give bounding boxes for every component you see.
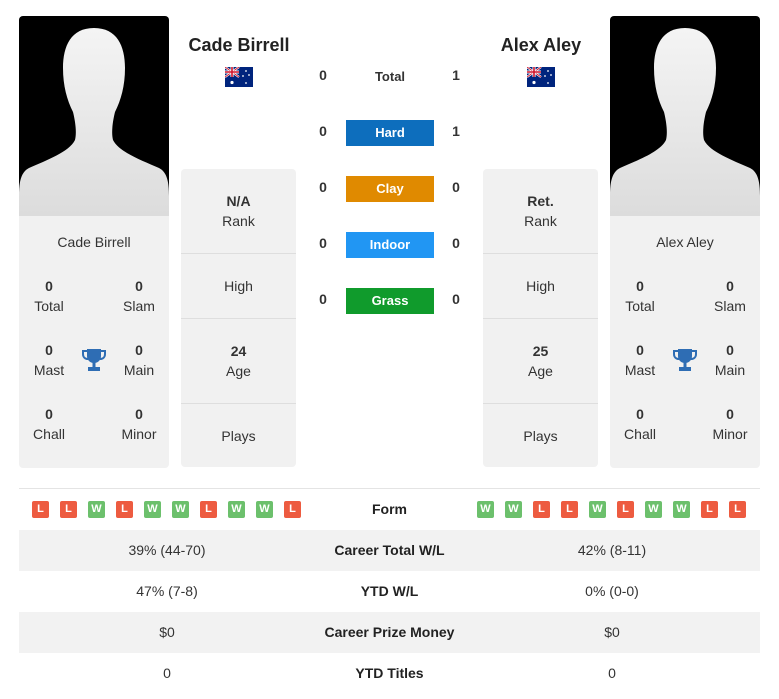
player1-info-panel: N/A Rank High 24 Age Plays — [181, 169, 296, 467]
form-win-badge[interactable]: W — [256, 501, 273, 518]
player1-age: 24 Age — [226, 343, 251, 379]
player2-plays: Plays — [523, 428, 558, 444]
player1-ytd-titles: 0 — [163, 665, 171, 681]
player2-card-name: Alex Aley — [656, 234, 714, 250]
player2-info-panel: Ret. Rank High 25 Age Plays — [483, 169, 598, 467]
player2-rank: Ret. Rank — [524, 193, 557, 229]
h2h-total-p1: 0 — [319, 67, 327, 83]
surface-grass-button[interactable]: Grass — [346, 288, 434, 314]
row-label: YTD W/L — [360, 583, 419, 599]
h2h-hard-p2: 1 — [452, 123, 460, 139]
player-silhouette-icon — [19, 28, 169, 216]
form-loss-badge[interactable]: L — [116, 501, 133, 518]
row-label: Career Prize Money — [324, 624, 455, 640]
row-label: Career Total W/L — [334, 542, 445, 558]
player2-ytd-titles: 0 — [608, 665, 616, 681]
player1-photo — [19, 16, 169, 216]
player2-stat-mast: 0 Mast — [624, 342, 656, 378]
player1-stat-minor: 0 Minor — [121, 406, 157, 442]
form-win-badge[interactable]: W — [172, 501, 189, 518]
form-win-badge[interactable]: W — [645, 501, 662, 518]
divider — [181, 403, 296, 404]
h2h-grass-p1: 0 — [319, 291, 327, 307]
divider — [483, 318, 598, 319]
h2h-indoor-p1: 0 — [319, 235, 327, 251]
form-loss-badge[interactable]: L — [533, 501, 550, 518]
trophy-icon — [673, 349, 697, 371]
h2h-hard-p1: 0 — [319, 123, 327, 139]
table-row: 0 YTD Titles 0 — [19, 653, 760, 694]
player1-card: Cade Birrell 0 Total 0 Slam 0 Mast 0 Mai… — [19, 216, 169, 468]
player1-plays: Plays — [221, 428, 256, 444]
player1-rank: N/A Rank — [222, 193, 255, 229]
player2-age: 25 Age — [528, 343, 553, 379]
divider — [483, 253, 598, 254]
player2-stat-minor: 0 Minor — [712, 406, 748, 442]
player1-card-name: Cade Birrell — [57, 234, 131, 250]
form-loss-badge[interactable]: L — [284, 501, 301, 518]
player2-stat-total: 0 Total — [625, 278, 655, 314]
form-loss-badge[interactable]: L — [729, 501, 746, 518]
divider — [181, 253, 296, 254]
player2-ytd-wl: 0% (0-0) — [585, 583, 639, 599]
form-win-badge[interactable]: W — [228, 501, 245, 518]
player2-form: WWLLWLWWLL — [464, 489, 760, 530]
table-row: 39% (44-70) Career Total W/L 42% (8-11) — [19, 530, 760, 571]
australia-flag-icon — [225, 67, 253, 87]
divider — [181, 318, 296, 319]
form-win-badge[interactable]: W — [589, 501, 606, 518]
table-row: $0 Career Prize Money $0 — [19, 612, 760, 653]
player1-form: LLWLWWLWWL — [19, 489, 315, 530]
player1-stat-chall: 0 Chall — [33, 406, 65, 442]
australia-flag-icon — [527, 67, 555, 87]
player2-high: High — [526, 278, 555, 294]
player1-stat-total: 0 Total — [34, 278, 64, 314]
form-row: LLWLWWLWWL Form WWLLWLWWLL — [19, 489, 760, 530]
form-label: Form — [372, 501, 407, 517]
form-loss-badge[interactable]: L — [200, 501, 217, 518]
form-loss-badge[interactable]: L — [60, 501, 77, 518]
row-label: YTD Titles — [355, 665, 424, 681]
surface-indoor-button[interactable]: Indoor — [346, 232, 434, 258]
form-win-badge[interactable]: W — [505, 501, 522, 518]
player2-card: Alex Aley 0 Total 0 Slam 0 Mast 0 Main 0… — [610, 216, 760, 468]
divider — [483, 403, 598, 404]
form-loss-badge[interactable]: L — [561, 501, 578, 518]
player-silhouette-icon — [610, 28, 760, 216]
form-win-badge[interactable]: W — [88, 501, 105, 518]
form-loss-badge[interactable]: L — [32, 501, 49, 518]
player2-name-link[interactable]: Alex Aley — [480, 35, 602, 56]
player2-prize-money: $0 — [604, 624, 620, 640]
player1-name-link[interactable]: Cade Birrell — [178, 35, 300, 56]
player2-stat-slam: 0 Slam — [714, 278, 746, 314]
player1-stat-mast: 0 Mast — [33, 342, 65, 378]
form-loss-badge[interactable]: L — [617, 501, 634, 518]
player1-career-wl: 39% (44-70) — [128, 542, 206, 558]
form-win-badge[interactable]: W — [673, 501, 690, 518]
player1-ytd-wl: 47% (7-8) — [136, 583, 198, 599]
h2h-clay-p2: 0 — [452, 179, 460, 195]
player2-career-wl: 42% (8-11) — [577, 542, 647, 558]
h2h-total-label: Total — [374, 69, 406, 84]
player1-stat-main: 0 Main — [123, 342, 155, 378]
player2-stat-chall: 0 Chall — [624, 406, 656, 442]
table-row: 47% (7-8) YTD W/L 0% (0-0) — [19, 571, 760, 612]
player1-prize-money: $0 — [159, 624, 175, 640]
form-win-badge[interactable]: W — [477, 501, 494, 518]
h2h-grass-p2: 0 — [452, 291, 460, 307]
player2-stat-main: 0 Main — [714, 342, 746, 378]
h2h-total-p2: 1 — [452, 67, 460, 83]
form-loss-badge[interactable]: L — [701, 501, 718, 518]
player1-high: High — [224, 278, 253, 294]
trophy-icon — [82, 349, 106, 371]
h2h-indoor-p2: 0 — [452, 235, 460, 251]
surface-clay-button[interactable]: Clay — [346, 176, 434, 202]
surface-hard-button[interactable]: Hard — [346, 120, 434, 146]
player2-photo — [610, 16, 760, 216]
form-win-badge[interactable]: W — [144, 501, 161, 518]
player1-stat-slam: 0 Slam — [123, 278, 155, 314]
h2h-clay-p1: 0 — [319, 179, 327, 195]
